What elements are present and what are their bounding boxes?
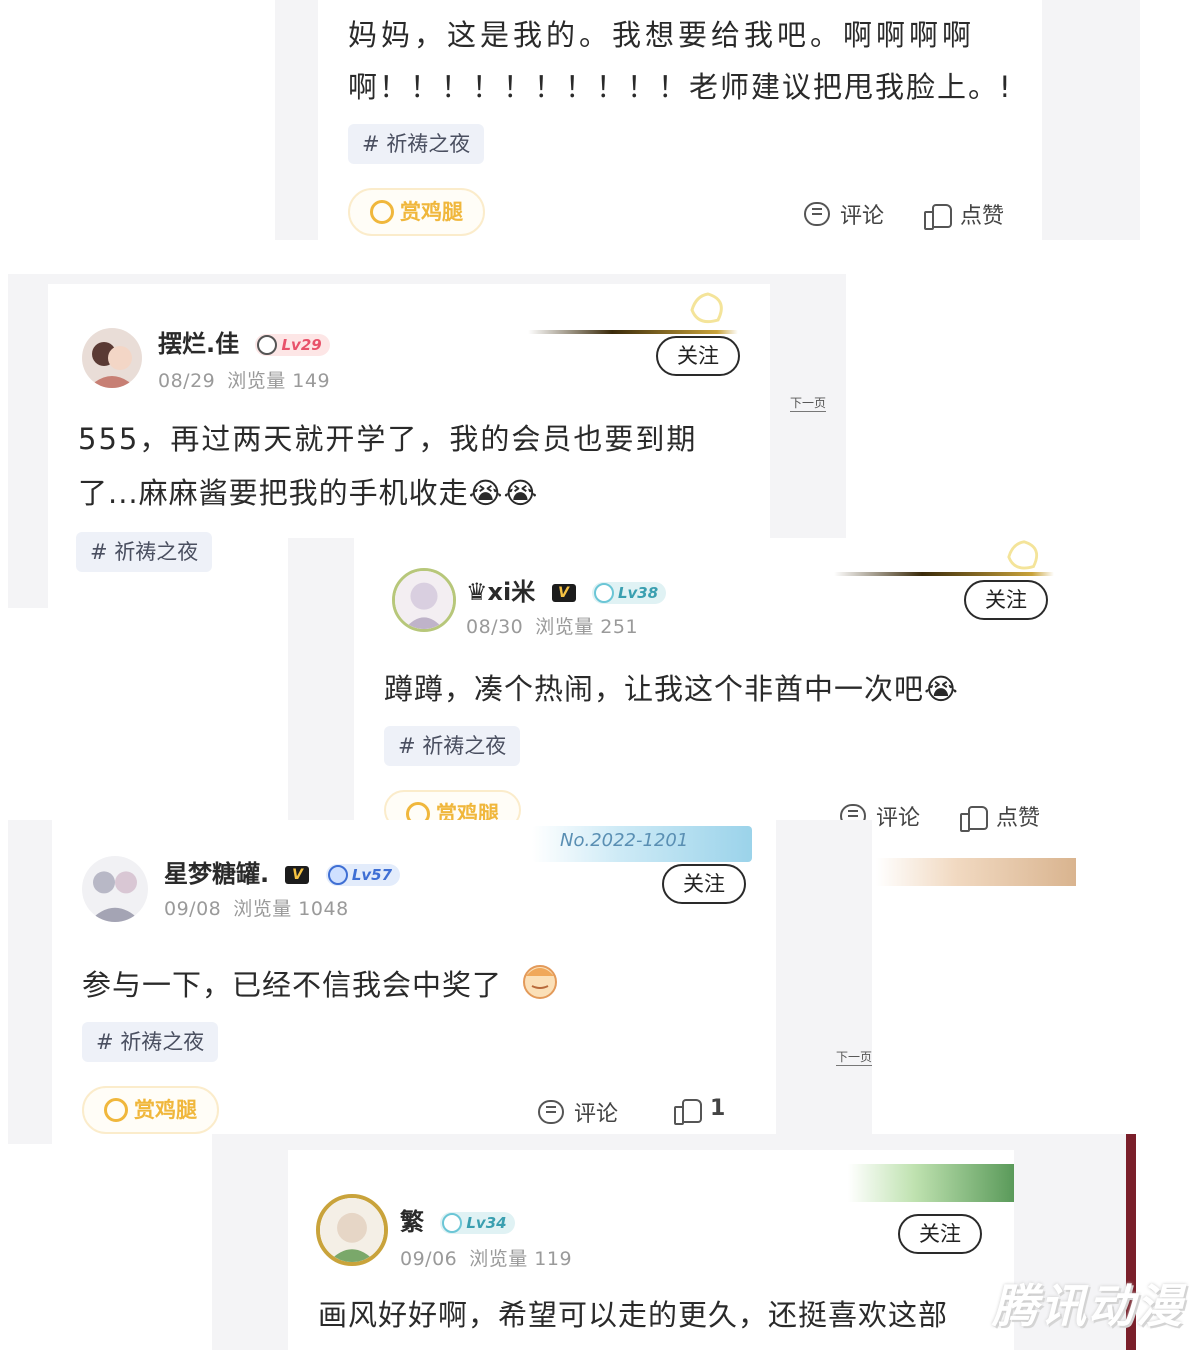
post-card-3: ♛xi米 V Lv38 08/30 浏览量 251 关注 蹲蹲，凑个热闹，让我这个… [354,538,1072,832]
post-meta: 08/29 浏览量 149 [158,366,330,393]
post-date: 09/08 [164,898,222,920]
like-label: 点赞 [996,806,1041,831]
avatar [392,568,456,632]
like-count: 1 [710,1096,726,1121]
comment-button[interactable]: 评论 [538,1096,618,1128]
reward-icon [104,1098,128,1122]
like-button[interactable]: 1 [674,1096,726,1125]
watermark-logo: 腾讯动漫 [992,1279,1184,1333]
username[interactable]: 摆烂.佳 Lv29 [158,324,330,359]
vip-icon: V [551,584,576,602]
follow-button[interactable]: 关注 [656,336,740,376]
comment-label: 评论 [876,806,921,831]
like-icon [674,1097,702,1125]
post-text-line: 了...麻麻酱要把我的手机收走😭😭 [78,476,539,510]
next-page-link[interactable]: 下一页 [790,394,827,412]
topic-tag[interactable]: # 祈祷之夜 [384,726,521,766]
reward-icon [370,200,394,224]
like-icon [960,804,988,832]
level-icon [442,1213,463,1233]
next-page-link[interactable]: 下一页 [836,1048,873,1066]
username[interactable]: 星梦糖罐. V Lv57 [164,854,401,889]
comment-icon [804,202,830,226]
reward-button[interactable]: 赏鸡腿 [82,1086,219,1134]
level-icon [593,583,614,603]
post-card-1: 妈妈，这是我的。我想要给我吧。啊啊啊啊 啊！！！！！！！！！！老师建议把甩我脸上… [318,0,1042,240]
comment-icon [538,1100,564,1124]
follow-button[interactable]: 关注 [662,864,746,904]
comment-button[interactable]: 评论 [804,198,884,230]
post-meta: 09/08 浏览量 1048 [164,894,349,921]
level-badge: Lv34 [440,1212,515,1234]
post-card-5: 繁 Lv34 09/06 浏览量 119 关注 画风好好啊，希望可以走的更久，还挺… [288,1150,1014,1350]
post-date: 09/06 [400,1248,458,1270]
level-badge: Lv38 [591,582,667,604]
comment-label: 评论 [840,204,885,229]
avatar [82,856,148,922]
topic-tag[interactable]: # 祈祷之夜 [76,532,213,572]
level-icon [257,335,278,355]
reward-label: 赏鸡腿 [400,200,463,224]
post-date: 08/29 [158,370,216,392]
decor-banner-stroke [876,858,1076,886]
decor-star-icon [690,292,723,324]
view-count: 浏览量 1048 [233,898,349,920]
post-meta: 09/06 浏览量 119 [400,1244,572,1271]
post-text-line: 蹲蹲，凑个热闹，让我这个非酋中一次吧😭 [384,672,959,706]
number-badge: No.2022-1201 [532,826,752,862]
level-badge: Lv29 [255,334,330,356]
view-count: 浏览量 149 [227,370,331,392]
avatar [82,328,142,388]
like-button[interactable]: 点赞 [924,198,1004,230]
avatar [316,1194,388,1266]
post-text-line: 啊！！！！！！！！！！老师建议把甩我脸上。! [348,70,1013,104]
username[interactable]: 繁 Lv34 [400,1202,515,1237]
follow-button[interactable]: 关注 [964,580,1048,620]
post-text-line: 555，再过两天就开学了，我的会员也要到期 [78,422,698,456]
emoji-icon [523,965,557,999]
like-button[interactable]: 点赞 [960,800,1040,832]
level-icon [327,865,348,885]
reward-button[interactable]: 赏鸡腿 [348,188,485,236]
topic-tag[interactable]: # 祈祷之夜 [82,1022,219,1062]
follow-button[interactable]: 关注 [898,1214,982,1254]
post-text-line: 妈妈，这是我的。我想要给我吧。啊啊啊啊 [348,18,976,52]
post-card-4: 星梦糖罐. V Lv57 09/08 浏览量 1048 No.2022-1201 … [52,820,776,1144]
post-text-line: 画风好好啊，希望可以走的更久，还挺喜欢这部 [318,1298,949,1332]
level-badge: Lv57 [325,864,401,886]
username[interactable]: ♛xi米 V Lv38 [466,572,667,607]
post-text-line: 参与一下，已经不信我会中奖了 [82,968,503,1002]
comment-label: 评论 [574,1102,619,1127]
view-count: 浏览量 119 [469,1248,573,1270]
decor-green-banner [848,1164,1014,1202]
post-meta: 08/30 浏览量 251 [466,612,638,639]
like-icon [924,202,952,230]
topic-tag[interactable]: # 祈祷之夜 [348,124,485,164]
post-date: 08/30 [466,616,524,638]
decor-gold-stroke [528,330,738,334]
vip-icon: V [285,866,310,884]
decor-star-icon [1007,540,1039,570]
panel-edge [288,538,354,828]
view-count: 浏览量 251 [535,616,639,638]
reward-label: 赏鸡腿 [134,1098,197,1122]
like-label: 点赞 [960,204,1005,229]
